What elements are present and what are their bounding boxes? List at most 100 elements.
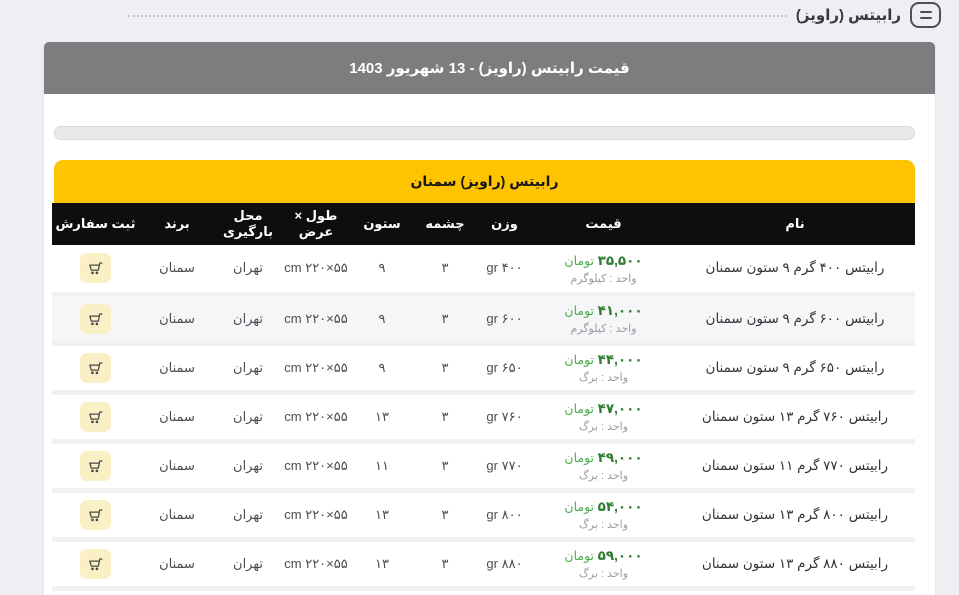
cart-icon bbox=[89, 508, 103, 521]
price-currency: تومان bbox=[564, 401, 595, 416]
product-name: رابیتس ۸۰۰ گرم ۱۳ ستون سمنان bbox=[701, 506, 889, 522]
loading-location-cell: تهران bbox=[233, 506, 263, 522]
card-header-title: قیمت رابیتس (راویز) - 13 شهریور 1403 bbox=[44, 42, 935, 94]
add-to-cart-button[interactable] bbox=[80, 303, 111, 334]
price-currency: تومان bbox=[564, 499, 595, 514]
columns-cell: ۱۳ bbox=[375, 408, 389, 424]
table-row: رابیتس ۶۰۰ گرم ۹ ستون سمنان ۴۱,۰۰۰ تومان و… bbox=[52, 294, 915, 343]
page-root: { "page": { "top_title": "رابیتس (راویز)… bbox=[0, 0, 959, 595]
columns-cell: ۱۳ bbox=[375, 555, 389, 571]
mesh-cell: ۳ bbox=[441, 359, 449, 375]
price-table: نام قیمت وزن چشمه ستون طول × عرض محل بارگیری بر… bbox=[52, 203, 915, 591]
brand-cell: سمنان bbox=[159, 457, 195, 473]
columns-cell: ۱۱ bbox=[375, 457, 389, 473]
dimensions-cell: ۵۵×۲۲۰ cm bbox=[284, 457, 348, 473]
brand-cell: سمنان bbox=[159, 408, 195, 424]
price-cell: ۴۷,۰۰۰ تومان واحد : برگ bbox=[532, 392, 675, 441]
column-header: برند bbox=[164, 216, 190, 231]
order-cell bbox=[52, 343, 139, 392]
weight-cell: ۸۸۰ gr bbox=[486, 555, 523, 571]
add-to-cart-button[interactable] bbox=[80, 548, 111, 579]
brand-cell: سمنان bbox=[159, 260, 195, 276]
price-unit: واحد : برگ bbox=[578, 372, 629, 385]
add-to-cart-button[interactable] bbox=[80, 499, 111, 530]
loading-location-cell: تهران bbox=[233, 310, 263, 326]
menu-icon[interactable] bbox=[910, 2, 941, 28]
order-cell bbox=[52, 245, 139, 294]
table-row: رابیتس ۷۶۰ گرم ۱۳ ستون سمنان ۴۷,۰۰۰ تومان… bbox=[52, 392, 915, 441]
price-cell: ۳۵,۵۰۰ تومان واحد : کیلوگرم bbox=[532, 245, 675, 294]
weight-cell: ۷۷۰ gr bbox=[486, 457, 523, 473]
product-name: رابیتس ۷۷۰ گرم ۱۱ ستون سمنان bbox=[701, 457, 889, 473]
price-value: ۴۴,۰۰۰ bbox=[597, 351, 643, 367]
weight-cell: ۸۰۰ gr bbox=[486, 506, 523, 522]
price-value: ۵۹,۰۰۰ bbox=[597, 547, 643, 563]
price-cell: ۴۹,۰۰۰ تومان واحد : برگ bbox=[532, 441, 675, 490]
columns-cell: ۹ bbox=[378, 260, 386, 276]
weight-cell: ۶۰۰ gr bbox=[486, 310, 523, 326]
price-value: ۴۷,۰۰۰ bbox=[597, 400, 643, 416]
price-cell: ۴۱,۰۰۰ تومان واحد : کیلوگرم bbox=[532, 294, 675, 343]
column-header: ستون bbox=[363, 216, 401, 231]
mesh-cell: ۳ bbox=[441, 457, 449, 473]
weight-cell: ۶۵۰ gr bbox=[486, 359, 523, 375]
price-card: قیمت رابیتس (راویز) - 13 شهریور 1403 راب… bbox=[44, 42, 935, 595]
price-unit: واحد : کیلوگرم bbox=[570, 272, 637, 285]
column-header: ثبت سفارش bbox=[55, 216, 136, 231]
cart-icon bbox=[89, 312, 103, 325]
page-title: رابیتس (راویز) bbox=[795, 7, 901, 24]
columns-cell: ۹ bbox=[378, 310, 386, 326]
loading-location-cell: تهران bbox=[233, 457, 263, 473]
cart-icon bbox=[89, 557, 103, 570]
dimensions-cell: ۵۵×۲۲۰ cm bbox=[284, 506, 348, 522]
price-currency: تومان bbox=[564, 253, 595, 268]
mesh-cell: ۳ bbox=[441, 555, 449, 571]
price-currency: تومان bbox=[564, 352, 595, 367]
table-row: رابیتس ۸۸۰ گرم ۱۳ ستون سمنان ۵۹,۰۰۰ تومان… bbox=[52, 539, 915, 588]
loading-location-cell: تهران bbox=[233, 555, 263, 571]
order-cell bbox=[52, 539, 139, 588]
add-to-cart-button[interactable] bbox=[80, 253, 111, 284]
column-header: طول × عرض bbox=[294, 208, 338, 239]
column-header: نام bbox=[785, 216, 805, 231]
weight-cell: ۴۰۰ gr bbox=[486, 260, 523, 276]
price-unit: واحد : کیلوگرم bbox=[570, 323, 637, 336]
product-name: رابیتس ۴۰۰ گرم ۹ ستون سمنان bbox=[705, 260, 885, 276]
add-to-cart-button[interactable] bbox=[80, 352, 111, 383]
mesh-cell: ۳ bbox=[441, 506, 449, 522]
dimensions-cell: ۵۵×۲۲۰ cm bbox=[284, 555, 348, 571]
price-unit: واحد : برگ bbox=[578, 568, 629, 581]
mesh-cell: ۳ bbox=[441, 310, 449, 326]
table-banner-title: رابیتس (راویز) سمنان bbox=[54, 160, 915, 203]
add-to-cart-button[interactable] bbox=[80, 450, 111, 481]
breadcrumb-bar: رابیتس (راویز) bbox=[128, 0, 941, 30]
brand-cell: سمنان bbox=[159, 359, 195, 375]
price-value: ۴۱,۰۰۰ bbox=[597, 302, 643, 318]
mesh-cell: ۳ bbox=[441, 408, 449, 424]
mesh-cell: ۳ bbox=[441, 260, 449, 276]
add-to-cart-button[interactable] bbox=[80, 401, 111, 432]
column-header: قیمت bbox=[585, 216, 622, 231]
order-cell bbox=[52, 392, 139, 441]
dimensions-cell: ۵۵×۲۲۰ cm bbox=[284, 408, 348, 424]
cart-icon bbox=[89, 262, 103, 275]
price-value: ۳۵,۵۰۰ bbox=[597, 252, 643, 268]
order-cell bbox=[52, 294, 139, 343]
cart-icon bbox=[89, 361, 103, 374]
price-value: ۵۴,۰۰۰ bbox=[597, 498, 643, 514]
brand-cell: سمنان bbox=[159, 506, 195, 522]
card-body: رابیتس (راویز) سمنان نام قیمت وزن چشمه ستون ط… bbox=[44, 94, 935, 591]
dimensions-cell: ۵۵×۲۲۰ cm bbox=[284, 359, 348, 375]
price-cell: ۴۴,۰۰۰ تومان واحد : برگ bbox=[532, 343, 675, 392]
product-name: رابیتس ۶۵۰ گرم ۹ ستون سمنان bbox=[705, 359, 885, 375]
price-cell: ۵۹,۰۰۰ تومان واحد : برگ bbox=[532, 539, 675, 588]
column-header: چشمه bbox=[425, 216, 465, 231]
price-currency: تومان bbox=[564, 548, 595, 563]
dotted-leader-line bbox=[128, 15, 787, 17]
table-row: رابیتس ۷۷۰ گرم ۱۱ ستون سمنان ۴۹,۰۰۰ تومان… bbox=[52, 441, 915, 490]
loading-location-cell: تهران bbox=[233, 408, 263, 424]
brand-cell: سمنان bbox=[159, 555, 195, 571]
cart-icon bbox=[89, 459, 103, 472]
product-name: رابیتس ۶۰۰ گرم ۹ ستون سمنان bbox=[705, 310, 885, 326]
horizontal-scrollbar[interactable] bbox=[54, 126, 915, 140]
